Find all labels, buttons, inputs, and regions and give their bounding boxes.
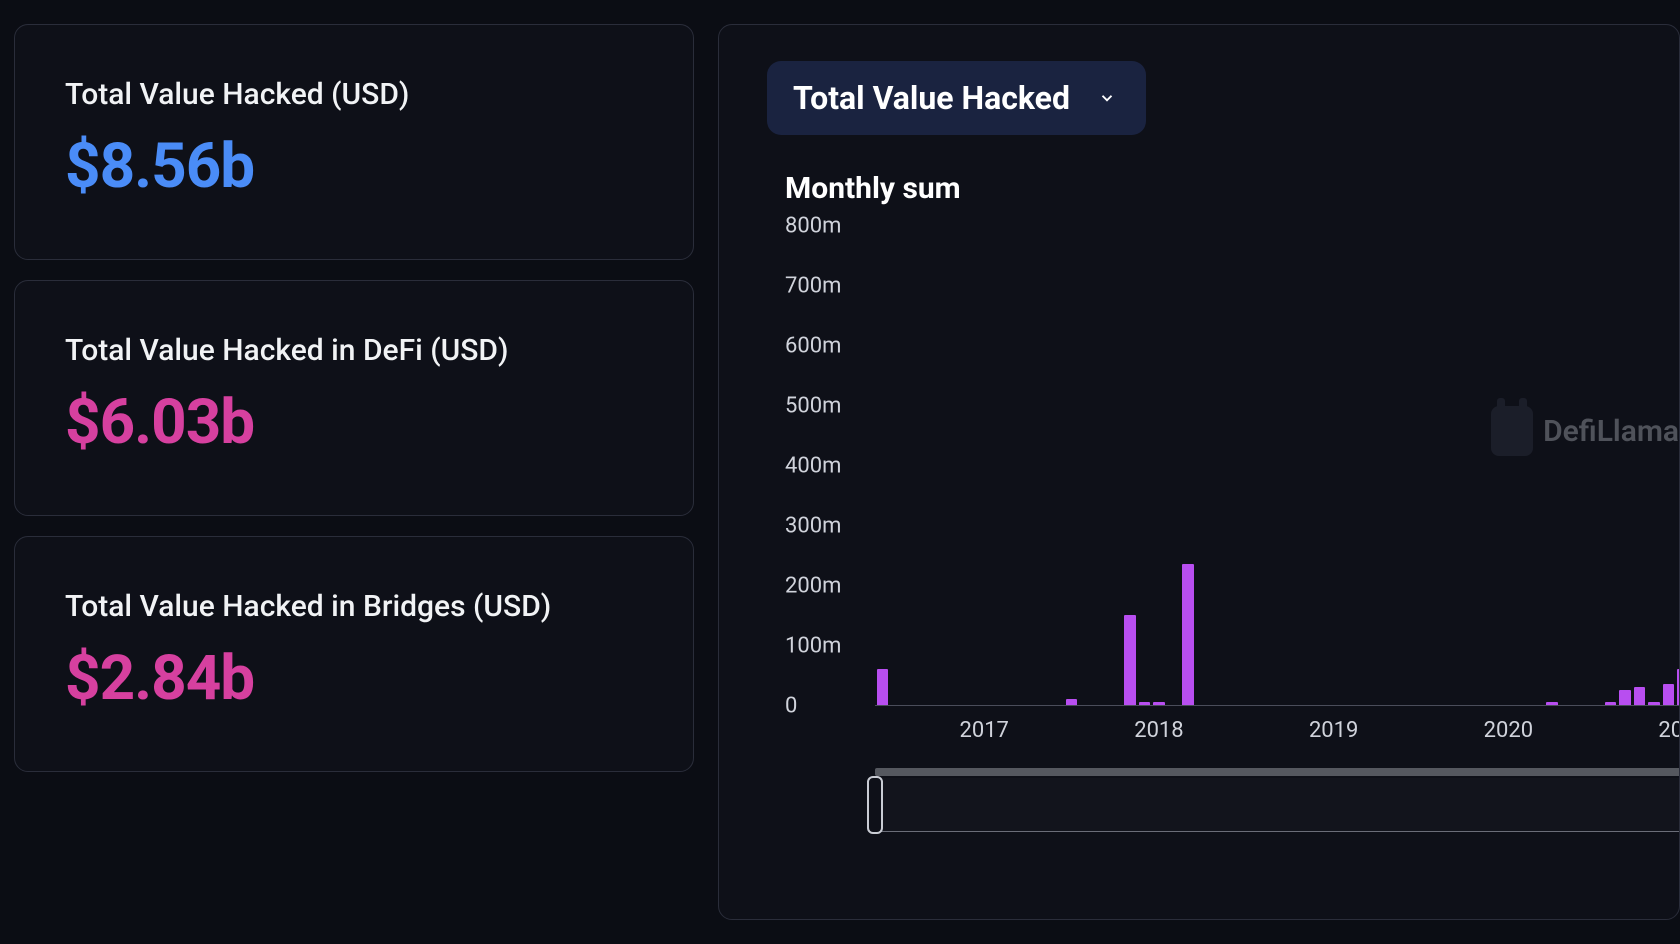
stat-value: $2.84b <box>65 642 643 715</box>
bar[interactable] <box>1182 564 1194 705</box>
chart-panel: Total Value Hacked Monthly sum DefiLlama… <box>718 24 1680 920</box>
stat-card-bridges: Total Value Hacked in Bridges (USD) $2.8… <box>14 536 694 772</box>
x-tick: 2021 <box>1658 718 1680 743</box>
bar-plot[interactable]: 20172018201920202021 800m700m600m500m400… <box>785 226 1645 706</box>
y-tick: 600m <box>785 334 841 359</box>
bar[interactable] <box>877 669 889 705</box>
bar[interactable] <box>1648 702 1660 705</box>
x-tick: 2017 <box>959 718 1008 743</box>
x-axis: 2017 2018 2019 2020 2021 <box>875 718 1680 748</box>
x-tick: 2020 <box>1484 718 1533 743</box>
stat-label: Total Value Hacked in DeFi (USD) <box>65 333 643 368</box>
metric-dropdown[interactable]: Total Value Hacked <box>767 61 1146 135</box>
y-tick: 200m <box>785 574 841 599</box>
brush-track <box>875 768 1680 776</box>
x-axis-line <box>875 705 1680 706</box>
y-tick: 400m <box>785 454 841 479</box>
bar[interactable] <box>1634 687 1646 705</box>
chevron-down-icon <box>1098 89 1116 107</box>
brush-body <box>875 778 1680 832</box>
dropdown-label: Total Value Hacked <box>793 79 1070 117</box>
x-tick: 2019 <box>1309 718 1358 743</box>
chart-area: DefiLlama 20172018201920202021 800m700m6… <box>785 226 1679 706</box>
bar[interactable] <box>1546 702 1558 705</box>
y-tick: 0 <box>785 694 797 719</box>
brush-handle-left[interactable] <box>867 776 883 834</box>
y-tick: 700m <box>785 274 841 299</box>
y-tick: 500m <box>785 394 841 419</box>
bar[interactable] <box>1153 702 1165 705</box>
bar[interactable] <box>1066 699 1078 705</box>
stats-column: Total Value Hacked (USD) $8.56b Total Va… <box>14 24 694 920</box>
bar[interactable] <box>1139 702 1151 705</box>
bars-container <box>875 226 1680 705</box>
stat-card-total: Total Value Hacked (USD) $8.56b <box>14 24 694 260</box>
bar[interactable] <box>1619 690 1631 705</box>
chart-title: Monthly sum <box>785 171 1679 206</box>
time-brush[interactable] <box>875 768 1680 836</box>
bar[interactable] <box>1124 615 1136 705</box>
stat-value: $6.03b <box>65 386 643 459</box>
stat-value: $8.56b <box>65 130 643 203</box>
bar[interactable] <box>1663 684 1675 705</box>
stat-label: Total Value Hacked (USD) <box>65 77 643 112</box>
y-tick: 300m <box>785 514 841 539</box>
stat-label: Total Value Hacked in Bridges (USD) <box>65 589 643 624</box>
y-tick: 800m <box>785 214 841 239</box>
stat-card-defi: Total Value Hacked in DeFi (USD) $6.03b <box>14 280 694 516</box>
bar[interactable] <box>1605 702 1617 705</box>
y-tick: 100m <box>785 634 841 659</box>
x-tick: 2018 <box>1134 718 1183 743</box>
